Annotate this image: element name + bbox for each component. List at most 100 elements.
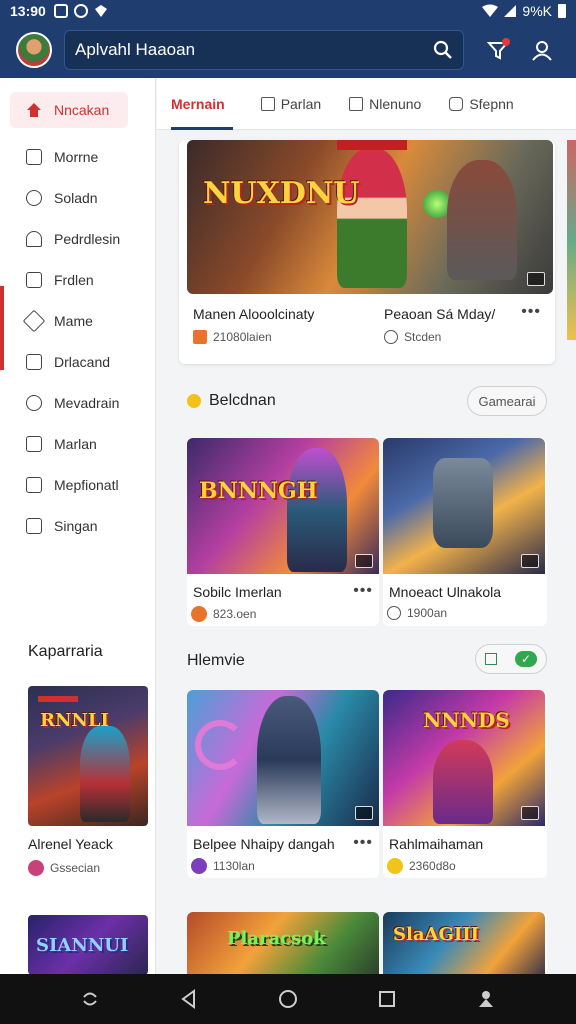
sidebar-game-card[interactable]: RNNLI Alrenel Yeack Gssecian: [28, 686, 148, 876]
avatar[interactable]: [16, 32, 52, 68]
sidebar-game-card-2[interactable]: SIANNUI: [28, 915, 148, 974]
game-card[interactable]: SlaAGIII: [383, 912, 547, 974]
system-nav-bar: [0, 974, 576, 1024]
game-meta: 823.oen: [191, 606, 256, 622]
status-bar: 13:90 9%K: [0, 0, 576, 22]
sidebar-item-home[interactable]: Nncakan: [10, 92, 128, 128]
tab-bar: Mernain Parlan Nlenuno Sfepnn: [157, 78, 576, 130]
game-image: Plaracsok: [187, 912, 379, 974]
more-options-icon[interactable]: •••: [353, 834, 373, 852]
game-card[interactable]: Mnoeact Ulnakola 1900an: [383, 438, 547, 626]
game-meta: 1130lan: [191, 858, 255, 874]
home-icon: [27, 103, 41, 117]
main-content: Mernain Parlan Nlenuno Sfepnn NUXDNU Man…: [157, 78, 576, 974]
sidebar-item-1[interactable]: Morrne: [0, 136, 155, 177]
meta-text: 1900an: [407, 606, 448, 620]
tab-sfepnn[interactable]: Sfepnn: [435, 78, 527, 130]
game-image: [187, 690, 379, 826]
game-card[interactable]: BNNNGH Sobilc Imerlan 823.oen •••: [187, 438, 379, 626]
status-dot-icon: [187, 394, 201, 408]
sidebar-item-8[interactable]: Marlan: [0, 423, 155, 464]
sidebar-item-3[interactable]: Pedrdlesin: [0, 218, 155, 259]
game-card[interactable]: Plaracsok: [187, 912, 379, 974]
search-input[interactable]: Aplvahl Haaoan: [75, 40, 433, 60]
notification-icon: [53, 4, 68, 18]
game-title: Mnoeact Ulnakola: [389, 584, 502, 600]
section-header: Belcdnan: [187, 392, 276, 410]
notifications-button[interactable]: [478, 30, 518, 70]
overview-button[interactable]: [367, 979, 407, 1019]
game-card[interactable]: NNNDS Rahlmaihaman 2360d8o: [383, 690, 547, 878]
sidebar-item-2[interactable]: Soladn: [0, 177, 155, 218]
game-art-title: BNNNGH: [199, 478, 318, 504]
meta-text: 1130lan: [213, 859, 255, 873]
sidebar-item-7[interactable]: Mevadrain: [0, 382, 155, 423]
featured-card[interactable]: NUXDNU Manen Alooolcinaty 21080laien Pea…: [179, 140, 555, 364]
section-title: Hlemvie: [187, 652, 245, 669]
section-title: Belcdnan: [209, 392, 276, 409]
tab-mernain[interactable]: Mernain: [157, 78, 239, 130]
sidebar-item-label: Mame: [54, 312, 93, 329]
notification-badge: [502, 38, 510, 46]
sidebar-item-10[interactable]: Singan: [0, 505, 155, 546]
location-icon: [94, 5, 107, 17]
home-circle-icon: [278, 990, 297, 1008]
sidebar-item-label: Nncakan: [54, 102, 110, 118]
sidebar-card-2-art-title: SIANNUI: [36, 935, 129, 956]
profile-button[interactable]: [522, 30, 562, 70]
sidebar-item-label: Soladn: [54, 189, 98, 206]
search-bar[interactable]: Aplvahl Haaoan: [64, 30, 464, 70]
file-icon: [260, 96, 275, 111]
more-options-icon[interactable]: •••: [353, 582, 373, 600]
person-icon: [479, 991, 494, 1007]
user-icon: [532, 41, 552, 61]
home-button[interactable]: [268, 979, 308, 1019]
square-icon[interactable]: [485, 653, 497, 665]
sidebar-item-label: Pedrdlesin: [54, 230, 121, 247]
game-badge-icon: [191, 858, 207, 874]
section-action-button[interactable]: Gamearai: [467, 386, 547, 416]
meta-text: Stcden: [404, 330, 442, 344]
sidebar-item-5[interactable]: Mame: [0, 300, 155, 341]
sidebar-edge-indicator: [0, 286, 4, 370]
sidebar-item-label: Mevadrain: [54, 394, 120, 411]
recent-apps-button[interactable]: [70, 979, 110, 1019]
tab-label: Nlenuno: [369, 95, 422, 112]
media-tag-icon: [521, 806, 539, 820]
sidebar-card-meta-text: Gssecian: [50, 861, 101, 875]
app-header: Aplvahl Haaoan: [0, 22, 576, 78]
sidebar-game-image-2: SIANNUI: [28, 915, 148, 974]
game-meta: 1900an: [387, 606, 447, 620]
meta-text: 823.oen: [213, 607, 257, 621]
tab-parlan[interactable]: Parlan: [247, 78, 335, 130]
sidebar-item-6[interactable]: Drlacand: [0, 341, 155, 382]
view-toggle[interactable]: ✓: [475, 644, 547, 674]
sidebar-item-9[interactable]: Mepfionatl: [0, 464, 155, 505]
person-icon: [26, 230, 42, 247]
chat-icon: [26, 517, 42, 534]
sidebar-item-label: Singan: [54, 517, 98, 534]
sidebar-item-label: Frdlen: [54, 271, 94, 288]
game-title: Sobilc Imerlan: [193, 584, 282, 600]
game-meta: 2360d8o: [387, 858, 456, 874]
tab-label: Parlan: [280, 95, 322, 112]
tab-nlenuno[interactable]: Nlenuno: [335, 78, 435, 130]
bookmark-icon: [26, 148, 42, 165]
search-icon[interactable]: [433, 40, 453, 60]
status-time: 13:90: [10, 3, 46, 19]
game-art-title: SlaAGIII: [393, 924, 480, 945]
back-button[interactable]: [169, 979, 209, 1019]
game-art-title: Plaracsok: [227, 928, 326, 949]
sidebar-item-4[interactable]: Frdlen: [0, 259, 155, 300]
game-card[interactable]: Belpee Nhaipy dangah 1130lan •••: [187, 690, 379, 878]
check-icon[interactable]: ✓: [515, 651, 537, 667]
assistant-button[interactable]: [466, 979, 506, 1019]
more-options-icon[interactable]: •••: [521, 303, 541, 321]
featured-left-title: Manen Alooolcinaty: [193, 306, 315, 322]
book-icon: [26, 476, 42, 493]
next-card-peek: [567, 140, 576, 340]
avatar-icon: [28, 860, 44, 876]
sidebar-item-label: Morrne: [54, 148, 99, 165]
media-tag-icon: [521, 554, 539, 568]
game-image: BNNNGH: [187, 438, 379, 574]
